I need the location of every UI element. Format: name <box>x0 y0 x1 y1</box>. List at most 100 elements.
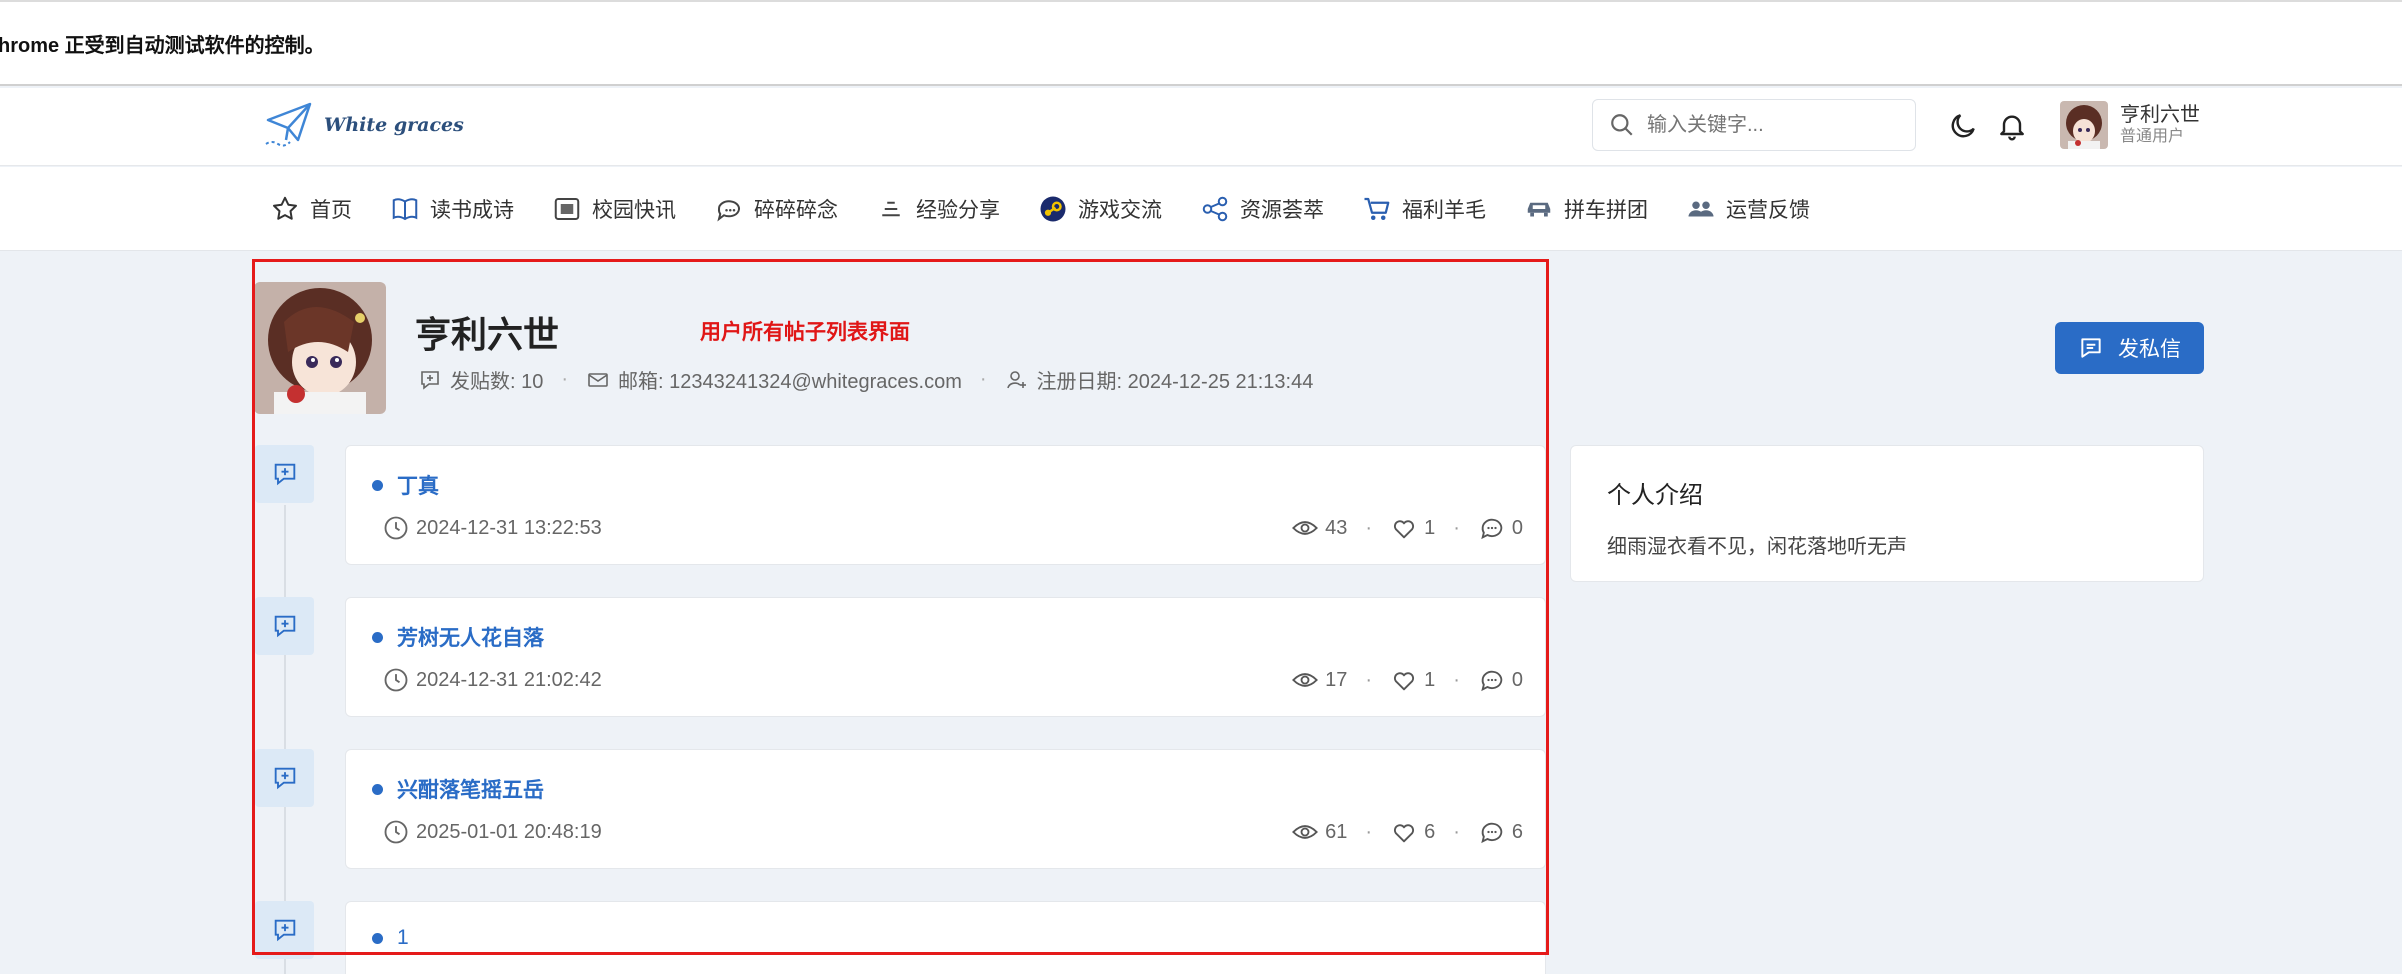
timeline-badge <box>255 597 314 655</box>
post-card[interactable]: 芳树无人花自落 2024-12-31 21:02:42 17 · 1 · 0 <box>345 597 1546 717</box>
nav-label: 资源荟萃 <box>1240 199 1324 222</box>
view-count: 61 <box>1325 820 1348 843</box>
main-nav: 首页 读书成诗 校园快讯 碎碎碎念 经验分享 游戏交流 资源荟萃 福利羊毛 拼车… <box>0 167 2402 251</box>
steam-icon <box>1040 196 1066 222</box>
nav-label: 碎碎碎念 <box>754 199 838 222</box>
profile-email: 邮箱: 12343241324@whitegraces.com <box>618 371 962 393</box>
heart-icon <box>1394 520 1415 539</box>
cart-icon <box>1364 197 1390 220</box>
avatar <box>2060 101 2108 149</box>
stack-icon <box>882 201 900 217</box>
post-date: 2024-12-31 21:02:42 <box>416 668 602 691</box>
comment-icon <box>1481 518 1503 540</box>
nav-label: 经验分享 <box>916 199 1000 222</box>
eye-icon <box>1292 825 1319 839</box>
nav-item-home[interactable]: 首页 <box>270 194 352 224</box>
star-icon <box>273 196 297 220</box>
post-title[interactable]: 丁真 <box>397 470 439 500</box>
users-icon <box>1688 201 1714 217</box>
view-count: 17 <box>1325 668 1348 691</box>
user-menu[interactable]: 亨利六世 普通用户 <box>2060 101 2200 149</box>
annotation-label: 用户所有帖子列表界面 <box>700 321 910 344</box>
comment-icon <box>1481 670 1503 692</box>
send-message-label: 发私信 <box>2118 338 2181 361</box>
intro-card: 个人介绍 细雨湿衣看不见，闲花落地听无声 <box>1570 445 2204 582</box>
infobar-text: hrome 正受到自动测试软件的控制。 <box>0 34 325 57</box>
register-date: 注册日期: 2024-12-25 21:13:44 <box>1036 371 1314 393</box>
post-add-icon <box>421 370 439 390</box>
post-title[interactable]: 芳树无人花自落 <box>397 622 544 652</box>
post-date: 2025-01-01 20:48:19 <box>416 820 602 843</box>
user-role: 普通用户 <box>2120 128 2185 145</box>
nav-label: 拼车拼团 <box>1564 199 1648 222</box>
nav-label: 校园快讯 <box>592 199 676 222</box>
heart-icon <box>1394 824 1415 843</box>
user-plus-icon <box>1006 370 1026 388</box>
bell-icon[interactable] <box>1996 110 2028 142</box>
nav-item-reading[interactable]: 读书成诗 <box>390 194 514 224</box>
message-icon <box>2081 338 2101 358</box>
eye-icon <box>1292 673 1319 687</box>
mail-icon <box>588 372 608 387</box>
clock-icon <box>384 668 408 692</box>
comment-icon <box>1481 822 1503 844</box>
send-message-button[interactable]: 发私信 <box>2055 322 2204 374</box>
user-name: 亨利六世 <box>2120 104 2200 126</box>
search-box[interactable] <box>1592 99 1916 151</box>
post-card[interactable]: 丁真 2024-12-31 13:22:53 43 · 1 · 0 <box>345 445 1546 565</box>
post-count: 发贴数: 10 <box>450 371 544 393</box>
nav-item-campus-news[interactable]: 校园快讯 <box>552 194 676 224</box>
moon-icon[interactable] <box>1947 110 1979 142</box>
nav-item-experience[interactable]: 经验分享 <box>876 194 1000 224</box>
like-count: 1 <box>1424 668 1436 691</box>
profile-name: 亨利六世 <box>415 314 560 355</box>
automation-infobar: hrome 正受到自动测试软件的控制。 <box>0 0 2402 86</box>
comment-count: 6 <box>1511 820 1523 843</box>
profile-avatar <box>254 282 386 414</box>
book-icon <box>392 198 418 221</box>
post-add-icon <box>274 615 295 638</box>
nav-item-feedback[interactable]: 运营反馈 <box>1686 194 1810 224</box>
like-count: 1 <box>1424 516 1436 539</box>
post-add-icon <box>274 463 295 486</box>
post-title[interactable]: 兴酣落笔摇五岳 <box>397 774 544 804</box>
site-logo[interactable]: White graces <box>262 100 464 150</box>
nav-item-resources[interactable]: 资源荟萃 <box>1200 194 1324 224</box>
timeline-badge <box>255 749 314 807</box>
nav-label: 首页 <box>310 199 352 222</box>
nav-item-chatter[interactable]: 碎碎碎念 <box>714 194 838 224</box>
site-header: White graces 亨利六世 普通用户 <box>0 88 2402 166</box>
intro-heading: 个人介绍 <box>1607 482 1703 509</box>
nav-label: 运营反馈 <box>1726 199 1810 222</box>
post-card[interactable]: 兴酣落笔摇五岳 2025-01-01 20:48:19 61 · 6 · 6 <box>345 749 1546 869</box>
post-title[interactable]: 1 <box>397 926 409 950</box>
nav-label: 游戏交流 <box>1078 199 1162 222</box>
nav-item-deals[interactable]: 福利羊毛 <box>1362 194 1486 224</box>
clock-icon <box>384 516 408 540</box>
car-icon <box>1527 202 1551 217</box>
nav-label: 读书成诗 <box>430 199 514 222</box>
like-count: 6 <box>1424 820 1436 843</box>
share-nodes-icon <box>1202 196 1228 222</box>
comment-count: 0 <box>1511 516 1523 539</box>
post-add-icon <box>274 767 295 790</box>
search-input[interactable] <box>1647 113 1887 137</box>
paper-plane-icon <box>265 102 312 147</box>
brand-name: White graces <box>324 114 464 136</box>
nav-item-carpool[interactable]: 拼车拼团 <box>1524 194 1648 224</box>
search-icon <box>1611 114 1633 136</box>
intro-body: 细雨湿衣看不见，闲花落地听无声 <box>1607 536 1907 558</box>
clock-icon <box>384 820 408 844</box>
nav-label: 福利羊毛 <box>1402 199 1486 222</box>
news-icon <box>554 198 580 220</box>
profile-meta: 发贴数: 10 · 邮箱: 12343241324@whitegraces.co… <box>418 365 1313 394</box>
eye-icon <box>1292 521 1319 535</box>
nav-item-games[interactable]: 游戏交流 <box>1038 194 1162 224</box>
heart-icon <box>1394 672 1415 691</box>
view-count: 43 <box>1325 516 1348 539</box>
timeline-badge <box>255 445 314 503</box>
post-date: 2024-12-31 13:22:53 <box>416 516 602 539</box>
post-card[interactable]: 1 <box>345 901 1546 974</box>
chat-bubble-icon <box>717 200 740 222</box>
post-add-icon <box>274 919 295 942</box>
